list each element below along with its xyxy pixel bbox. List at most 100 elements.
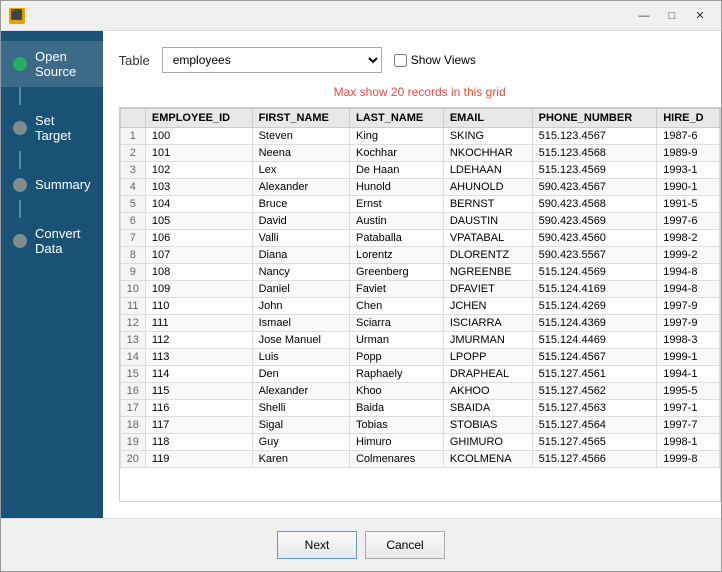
cell-PHONE_NUMBER: 515.127.4561 [532,366,657,383]
row-number: 15 [120,366,145,383]
cell-EMPLOYEE_ID: 103 [145,179,252,196]
sidebar-dot-set-target [13,121,27,135]
cell-FIRST_NAME: John [252,298,349,315]
cell-EMAIL: JCHEN [443,298,532,315]
table-row: 14113LuisPoppLPOPP515.124.45671999-1 [120,349,719,366]
row-number: 5 [120,196,145,213]
cell-EMAIL: LPOPP [443,349,532,366]
cell-FIRST_NAME: Luis [252,349,349,366]
cell-LAST_NAME: Kochhar [349,145,443,162]
cell-EMAIL: AKHOO [443,383,532,400]
col-rownum [120,109,145,128]
sidebar-dot-summary [13,178,27,192]
cell-HIRE_D: 1993-1 [657,162,719,179]
cell-LAST_NAME: Baida [349,400,443,417]
row-number: 2 [120,145,145,162]
table-row: 3102LexDe HaanLDEHAAN515.123.45691993-1 [120,162,719,179]
next-button[interactable]: Next [277,531,357,559]
row-number: 8 [120,247,145,264]
cell-LAST_NAME: Khoo [349,383,443,400]
table-row: 12111IsmaelSciarraISCIARRA515.124.436919… [120,315,719,332]
cell-EMPLOYEE_ID: 112 [145,332,252,349]
cell-PHONE_NUMBER: 590.423.4567 [532,179,657,196]
cell-FIRST_NAME: Alexander [252,179,349,196]
cell-EMAIL: GHIMURO [443,434,532,451]
cell-LAST_NAME: Chen [349,298,443,315]
cell-EMAIL: LDEHAAN [443,162,532,179]
sidebar-item-set-target[interactable]: Set Target [1,105,103,151]
cell-HIRE_D: 1990-1 [657,179,719,196]
maximize-button[interactable]: □ [659,6,685,26]
cell-EMPLOYEE_ID: 107 [145,247,252,264]
cell-PHONE_NUMBER: 515.124.4369 [532,315,657,332]
table-container[interactable]: EMPLOYEE_ID FIRST_NAME LAST_NAME EMAIL P… [119,107,721,502]
cell-LAST_NAME: Himuro [349,434,443,451]
row-number: 7 [120,230,145,247]
cell-PHONE_NUMBER: 515.123.4568 [532,145,657,162]
table-row: 1100StevenKingSKING515.123.45671987-6 [120,128,719,145]
cell-PHONE_NUMBER: 515.127.4563 [532,400,657,417]
cell-FIRST_NAME: Daniel [252,281,349,298]
titlebar-left: ⬛ [9,8,25,24]
cell-LAST_NAME: Tobias [349,417,443,434]
table-row: 4103AlexanderHunoldAHUNOLD590.423.456719… [120,179,719,196]
cell-FIRST_NAME: Shelli [252,400,349,417]
col-first-name: FIRST_NAME [252,109,349,128]
titlebar: ⬛ — □ ✕ [1,1,721,31]
cell-PHONE_NUMBER: 590.423.4560 [532,230,657,247]
cell-EMPLOYEE_ID: 110 [145,298,252,315]
cell-PHONE_NUMBER: 515.123.4567 [532,128,657,145]
cell-HIRE_D: 1998-3 [657,332,719,349]
cell-HIRE_D: 1999-8 [657,451,719,468]
row-number: 19 [120,434,145,451]
sidebar-item-summary[interactable]: Summary [1,169,103,200]
cancel-button[interactable]: Cancel [365,531,445,559]
cell-LAST_NAME: Lorentz [349,247,443,264]
cell-HIRE_D: 1995-5 [657,383,719,400]
cell-EMAIL: NKOCHHAR [443,145,532,162]
cell-PHONE_NUMBER: 515.124.4469 [532,332,657,349]
close-button[interactable]: ✕ [687,6,713,26]
cell-LAST_NAME: Ernst [349,196,443,213]
cell-PHONE_NUMBER: 590.423.4568 [532,196,657,213]
col-last-name: LAST_NAME [349,109,443,128]
titlebar-controls: — □ ✕ [631,6,713,26]
table-row: 11110JohnChenJCHEN515.124.42691997-9 [120,298,719,315]
minimize-button[interactable]: — [631,6,657,26]
main-window: ⬛ — □ ✕ Open Source Set Target Summary [0,0,722,572]
row-number: 1 [120,128,145,145]
cell-HIRE_D: 1994-1 [657,366,719,383]
cell-EMPLOYEE_ID: 115 [145,383,252,400]
show-views-label[interactable]: Show Views [394,53,476,67]
cell-HIRE_D: 1999-1 [657,349,719,366]
connector-line-2 [19,151,21,169]
cell-EMAIL: SKING [443,128,532,145]
cell-EMAIL: BERNST [443,196,532,213]
cell-PHONE_NUMBER: 515.124.4169 [532,281,657,298]
table-row: 9108NancyGreenbergNGREENBE515.124.456919… [120,264,719,281]
cell-FIRST_NAME: Steven [252,128,349,145]
cell-EMAIL: DAUSTIN [443,213,532,230]
cell-EMAIL: AHUNOLD [443,179,532,196]
content-area: Table employees Show Views Max show 20 r… [103,31,721,518]
table-row: 10109DanielFavietDFAVIET515.124.41691994… [120,281,719,298]
table-row: 13112Jose ManuelUrmanJMURMAN515.124.4469… [120,332,719,349]
cell-FIRST_NAME: Valli [252,230,349,247]
cell-EMPLOYEE_ID: 114 [145,366,252,383]
sidebar-item-convert-data[interactable]: Convert Data [1,218,103,264]
cell-FIRST_NAME: Alexander [252,383,349,400]
cell-PHONE_NUMBER: 515.127.4565 [532,434,657,451]
cell-FIRST_NAME: David [252,213,349,230]
col-email: EMAIL [443,109,532,128]
grid-info: Max show 20 records in this grid [119,85,721,99]
sidebar-item-open-source[interactable]: Open Source [1,41,103,87]
cell-EMPLOYEE_ID: 104 [145,196,252,213]
table-dropdown[interactable]: employees [162,47,382,73]
show-views-checkbox[interactable] [394,54,407,67]
cell-LAST_NAME: Greenberg [349,264,443,281]
cell-FIRST_NAME: Guy [252,434,349,451]
footer: Next Cancel [1,518,721,571]
cell-EMPLOYEE_ID: 109 [145,281,252,298]
col-hire-date: HIRE_D [657,109,719,128]
cell-EMAIL: DLORENTZ [443,247,532,264]
